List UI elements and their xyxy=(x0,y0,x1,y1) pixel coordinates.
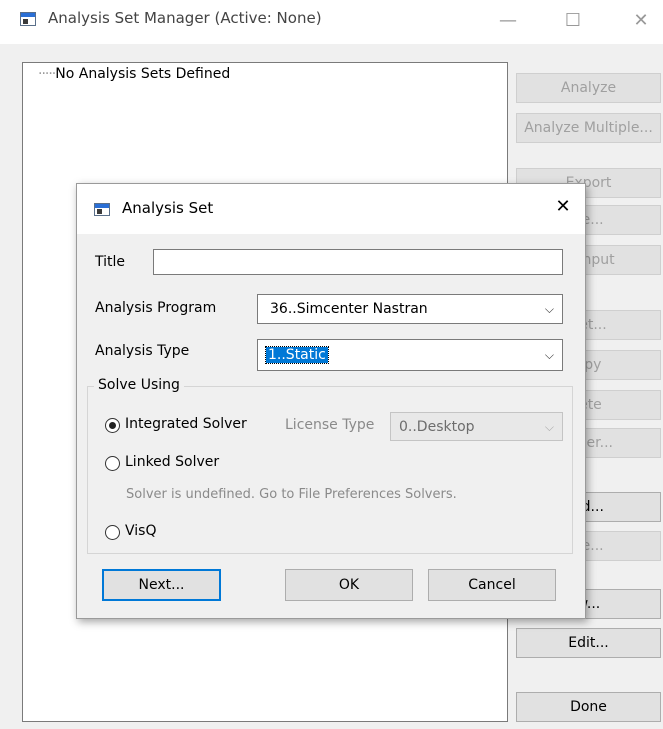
analysis-program-value: 36..Simcenter Nastran xyxy=(270,301,428,317)
title-input[interactable] xyxy=(153,249,563,275)
chevron-down-icon: ⌵ xyxy=(544,302,554,316)
title-label: Title xyxy=(95,254,126,270)
visq-label[interactable]: VisQ xyxy=(125,523,156,539)
analysis-program-select[interactable]: 36..Simcenter Nastran ⌵ xyxy=(257,294,563,324)
app-window-icon xyxy=(20,12,36,26)
tree-item-label: No Analysis Sets Defined xyxy=(55,66,231,82)
cancel-button[interactable]: Cancel xyxy=(428,569,556,601)
window-title: Analysis Set Manager (Active: None) xyxy=(48,9,322,27)
analysis-type-value: 1..Static xyxy=(265,346,329,364)
integrated-solver-label[interactable]: Integrated Solver xyxy=(125,416,247,432)
analyze-multiple-button[interactable]: Analyze Multiple... xyxy=(516,113,661,143)
chevron-down-icon: ⌵ xyxy=(544,420,554,434)
dialog-window-icon xyxy=(94,203,110,216)
chevron-down-icon: ⌵ xyxy=(544,348,554,362)
tree-connector: ····· xyxy=(38,66,56,82)
ok-button[interactable]: OK xyxy=(285,569,413,601)
tree-item[interactable]: ·····No Analysis Sets Defined xyxy=(38,66,230,82)
analysis-type-select[interactable]: 1..Static ⌵ xyxy=(257,339,563,371)
dialog-close-button[interactable]: ✕ xyxy=(550,195,576,219)
close-window-button[interactable]: ✕ xyxy=(621,6,661,36)
done-button[interactable]: Done xyxy=(516,692,661,722)
edit-button[interactable]: Edit... xyxy=(516,628,661,658)
integrated-solver-radio[interactable] xyxy=(105,418,120,433)
dialog-title: Analysis Set xyxy=(122,199,214,217)
analysis-program-label: Analysis Program xyxy=(95,300,217,316)
solver-undefined-message: Solver is undefined. Go to File Preferen… xyxy=(126,487,457,502)
license-type-select[interactable]: 0..Desktop ⌵ xyxy=(390,412,563,441)
license-type-value: 0..Desktop xyxy=(399,419,475,435)
visq-radio[interactable] xyxy=(105,525,120,540)
maximize-button[interactable]: ☐ xyxy=(553,6,593,36)
next-button[interactable]: Next... xyxy=(102,569,221,601)
license-type-label: License Type xyxy=(285,417,375,433)
radio-selected-dot xyxy=(109,422,116,429)
linked-solver-label[interactable]: Linked Solver xyxy=(125,454,219,470)
linked-solver-radio[interactable] xyxy=(105,456,120,471)
analyze-button[interactable]: Analyze xyxy=(516,73,661,103)
minimize-button[interactable]: — xyxy=(488,6,528,36)
analysis-type-label: Analysis Type xyxy=(95,343,190,359)
solve-using-legend: Solve Using xyxy=(94,377,184,393)
